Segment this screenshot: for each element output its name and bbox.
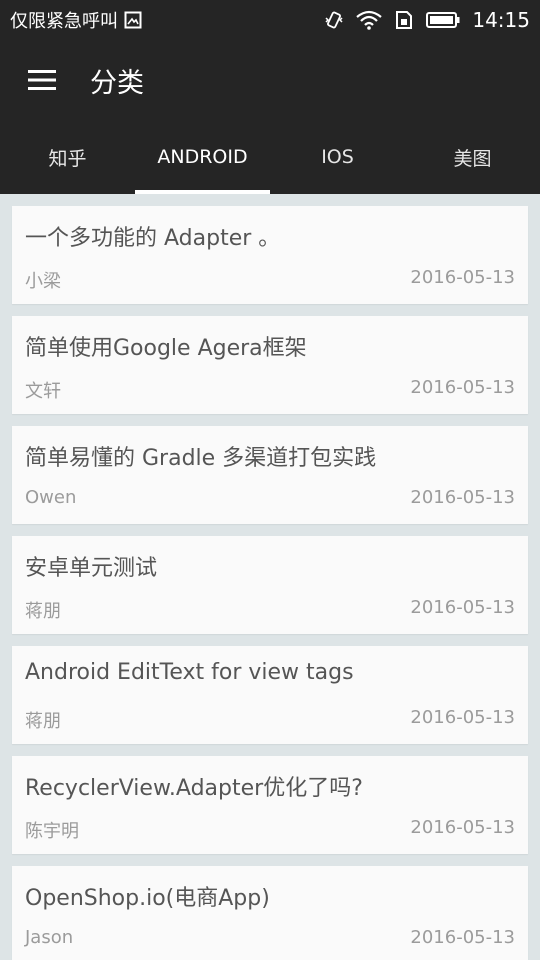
article-title: OpenShop.io(电商App) [25, 886, 270, 911]
menu-icon [27, 68, 57, 92]
article-author: 文轩 [25, 381, 61, 402]
app-bar: 分类 [0, 40, 540, 120]
tab-android[interactable]: ANDROID [135, 120, 270, 194]
article-author: 小梁 [25, 271, 61, 292]
article-list[interactable]: 一个多功能的 Adapter 。 小梁 2016-05-13 简单使用Googl… [0, 194, 540, 960]
article-title: 安卓单元测试 [25, 556, 158, 581]
article-title: 简单易懂的 Gradle 多渠道打包实践 [25, 446, 377, 471]
clock: 14:15 [472, 8, 530, 32]
sim-icon [394, 10, 414, 30]
tab-label: 美图 [453, 147, 492, 170]
tab-meitu[interactable]: 美图 [405, 120, 540, 194]
battery-icon [426, 11, 460, 29]
carrier-label: 仅限紧急呼叫 [10, 11, 118, 32]
article-card[interactable]: RecyclerView.Adapter优化了吗? 陈宇明 2016-05-13 [12, 756, 528, 854]
article-card[interactable]: 一个多功能的 Adapter 。 小梁 2016-05-13 [12, 206, 528, 304]
tab-label: IOS [321, 146, 354, 168]
article-title: Android EditText for view tags [25, 660, 354, 685]
article-card[interactable]: 简单使用Google Agera框架 文轩 2016-05-13 [12, 316, 528, 414]
menu-button[interactable] [21, 59, 63, 101]
tab-label: ANDROID [157, 146, 248, 168]
tab-bar: 知乎 ANDROID IOS 美图 [0, 120, 540, 194]
article-date: 2016-05-13 [410, 817, 515, 838]
article-author: Owen [25, 487, 77, 508]
status-bar: 仅限紧急呼叫 14:15 [0, 0, 540, 40]
article-title: RecyclerView.Adapter优化了吗? [25, 776, 363, 801]
article-date: 2016-05-13 [410, 927, 515, 948]
article-date: 2016-05-13 [410, 377, 515, 398]
tab-zhihu[interactable]: 知乎 [0, 120, 135, 194]
article-author: 蒋朋 [25, 711, 61, 732]
tab-ios[interactable]: IOS [270, 120, 405, 194]
article-author: Jason [25, 927, 74, 948]
article-title: 一个多功能的 Adapter 。 [25, 226, 281, 251]
article-date: 2016-05-13 [410, 267, 515, 288]
wifi-icon [356, 10, 383, 30]
article-card[interactable]: 简单易懂的 Gradle 多渠道打包实践 Owen 2016-05-13 [12, 426, 528, 524]
article-card[interactable]: 安卓单元测试 蒋朋 2016-05-13 [12, 536, 528, 634]
article-author: 蒋朋 [25, 601, 61, 622]
article-title: 简单使用Google Agera框架 [25, 336, 307, 361]
image-icon [124, 11, 142, 29]
article-card[interactable]: OpenShop.io(电商App) Jason 2016-05-13 [12, 866, 528, 960]
article-date: 2016-05-13 [410, 707, 515, 728]
status-left: 仅限紧急呼叫 [10, 7, 142, 33]
status-right: 14:15 [324, 8, 530, 32]
page-title: 分类 [90, 67, 144, 99]
article-date: 2016-05-13 [410, 597, 515, 618]
vibrate-icon [324, 10, 344, 30]
tab-label: 知乎 [48, 147, 87, 170]
article-card[interactable]: Android EditText for view tags 蒋朋 2016-0… [12, 646, 528, 744]
article-author: 陈宇明 [25, 821, 79, 842]
article-date: 2016-05-13 [410, 487, 515, 508]
